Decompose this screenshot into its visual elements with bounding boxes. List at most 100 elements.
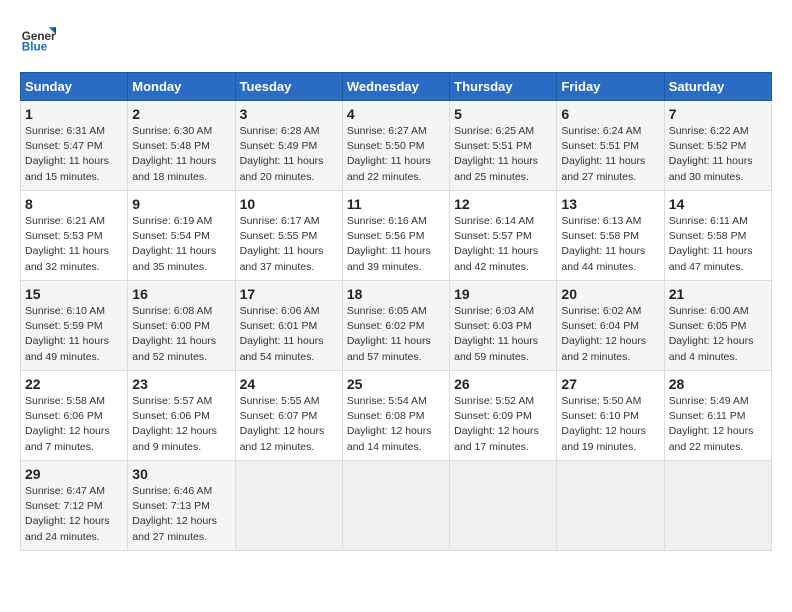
day-info: Sunrise: 6:05 AM Sunset: 6:02 PM Dayligh…: [347, 304, 445, 365]
day-number: 30: [132, 466, 230, 482]
day-number: 15: [25, 286, 123, 302]
day-info: Sunrise: 5:55 AM Sunset: 6:07 PM Dayligh…: [240, 394, 338, 455]
weekday-header-thursday: Thursday: [450, 73, 557, 101]
weekday-header-wednesday: Wednesday: [342, 73, 449, 101]
calendar-cell: 5 Sunrise: 6:25 AM Sunset: 5:51 PM Daylig…: [450, 101, 557, 191]
calendar-cell: 15 Sunrise: 6:10 AM Sunset: 5:59 PM Dayli…: [21, 281, 128, 371]
svg-text:Blue: Blue: [22, 41, 48, 54]
calendar-cell: [557, 461, 664, 551]
day-info: Sunrise: 5:49 AM Sunset: 6:11 PM Dayligh…: [669, 394, 767, 455]
day-info: Sunrise: 6:30 AM Sunset: 5:48 PM Dayligh…: [132, 124, 230, 185]
day-number: 19: [454, 286, 552, 302]
day-info: Sunrise: 6:22 AM Sunset: 5:52 PM Dayligh…: [669, 124, 767, 185]
day-number: 21: [669, 286, 767, 302]
day-info: Sunrise: 6:24 AM Sunset: 5:51 PM Dayligh…: [561, 124, 659, 185]
day-info: Sunrise: 6:19 AM Sunset: 5:54 PM Dayligh…: [132, 214, 230, 275]
calendar-cell: 14 Sunrise: 6:11 AM Sunset: 5:58 PM Dayli…: [664, 191, 771, 281]
day-number: 28: [669, 376, 767, 392]
calendar-cell: 12 Sunrise: 6:14 AM Sunset: 5:57 PM Dayli…: [450, 191, 557, 281]
day-number: 12: [454, 196, 552, 212]
day-number: 10: [240, 196, 338, 212]
calendar-cell: 25 Sunrise: 5:54 AM Sunset: 6:08 PM Dayli…: [342, 371, 449, 461]
week-row-1: 1 Sunrise: 6:31 AM Sunset: 5:47 PM Daylig…: [21, 101, 772, 191]
day-info: Sunrise: 6:00 AM Sunset: 6:05 PM Dayligh…: [669, 304, 767, 365]
day-info: Sunrise: 6:03 AM Sunset: 6:03 PM Dayligh…: [454, 304, 552, 365]
day-info: Sunrise: 6:27 AM Sunset: 5:50 PM Dayligh…: [347, 124, 445, 185]
day-number: 9: [132, 196, 230, 212]
day-info: Sunrise: 6:02 AM Sunset: 6:04 PM Dayligh…: [561, 304, 659, 365]
calendar-cell: 16Sunrise: 6:08 AM Sunset: 6:00 PM Dayli…: [128, 281, 235, 371]
day-info: Sunrise: 6:11 AM Sunset: 5:58 PM Dayligh…: [669, 214, 767, 275]
day-number: 29: [25, 466, 123, 482]
day-number: 17: [240, 286, 338, 302]
calendar-table: SundayMondayTuesdayWednesdayThursdayFrid…: [20, 72, 772, 551]
calendar-cell: 11Sunrise: 6:16 AM Sunset: 5:56 PM Dayli…: [342, 191, 449, 281]
weekday-header-row: SundayMondayTuesdayWednesdayThursdayFrid…: [21, 73, 772, 101]
day-number: 24: [240, 376, 338, 392]
week-row-4: 22 Sunrise: 5:58 AM Sunset: 6:06 PM Dayli…: [21, 371, 772, 461]
logo: General Blue: [20, 20, 60, 56]
calendar-cell: 19 Sunrise: 6:03 AM Sunset: 6:03 PM Dayli…: [450, 281, 557, 371]
calendar-cell: 28 Sunrise: 5:49 AM Sunset: 6:11 PM Dayli…: [664, 371, 771, 461]
day-info: Sunrise: 5:52 AM Sunset: 6:09 PM Dayligh…: [454, 394, 552, 455]
weekday-header-sunday: Sunday: [21, 73, 128, 101]
day-number: 20: [561, 286, 659, 302]
day-info: Sunrise: 5:58 AM Sunset: 6:06 PM Dayligh…: [25, 394, 123, 455]
calendar-cell: 26 Sunrise: 5:52 AM Sunset: 6:09 PM Dayli…: [450, 371, 557, 461]
day-info: Sunrise: 5:57 AM Sunset: 6:06 PM Dayligh…: [132, 394, 230, 455]
day-number: 27: [561, 376, 659, 392]
day-number: 7: [669, 106, 767, 122]
calendar-cell: 1 Sunrise: 6:31 AM Sunset: 5:47 PM Daylig…: [21, 101, 128, 191]
day-info: Sunrise: 6:16 AM Sunset: 5:56 PM Dayligh…: [347, 214, 445, 275]
day-info: Sunrise: 6:25 AM Sunset: 5:51 PM Dayligh…: [454, 124, 552, 185]
calendar-cell: 13Sunrise: 6:13 AM Sunset: 5:58 PM Dayli…: [557, 191, 664, 281]
weekday-header-tuesday: Tuesday: [235, 73, 342, 101]
day-number: 26: [454, 376, 552, 392]
weekday-header-saturday: Saturday: [664, 73, 771, 101]
day-info: Sunrise: 6:31 AM Sunset: 5:47 PM Dayligh…: [25, 124, 123, 185]
day-number: 14: [669, 196, 767, 212]
day-info: Sunrise: 6:17 AM Sunset: 5:55 PM Dayligh…: [240, 214, 338, 275]
calendar-cell: 20 Sunrise: 6:02 AM Sunset: 6:04 PM Dayli…: [557, 281, 664, 371]
day-number: 22: [25, 376, 123, 392]
day-number: 16: [132, 286, 230, 302]
day-info: Sunrise: 6:21 AM Sunset: 5:53 PM Dayligh…: [25, 214, 123, 275]
calendar-cell: 18Sunrise: 6:05 AM Sunset: 6:02 PM Dayli…: [342, 281, 449, 371]
calendar-cell: [664, 461, 771, 551]
day-number: 2: [132, 106, 230, 122]
calendar-cell: 6 Sunrise: 6:24 AM Sunset: 5:51 PM Daylig…: [557, 101, 664, 191]
day-info: Sunrise: 6:13 AM Sunset: 5:58 PM Dayligh…: [561, 214, 659, 275]
weekday-header-friday: Friday: [557, 73, 664, 101]
calendar-cell: [235, 461, 342, 551]
day-info: Sunrise: 6:46 AM Sunset: 7:13 PM Dayligh…: [132, 484, 230, 545]
calendar-cell: 10 Sunrise: 6:17 AM Sunset: 5:55 PM Dayli…: [235, 191, 342, 281]
day-info: Sunrise: 6:28 AM Sunset: 5:49 PM Dayligh…: [240, 124, 338, 185]
calendar-cell: 4Sunrise: 6:27 AM Sunset: 5:50 PM Daylig…: [342, 101, 449, 191]
day-number: 25: [347, 376, 445, 392]
calendar-cell: 3 Sunrise: 6:28 AM Sunset: 5:49 PM Daylig…: [235, 101, 342, 191]
day-info: Sunrise: 6:10 AM Sunset: 5:59 PM Dayligh…: [25, 304, 123, 365]
calendar-cell: 27 Sunrise: 5:50 AM Sunset: 6:10 PM Dayli…: [557, 371, 664, 461]
page-header: General Blue: [20, 20, 772, 56]
calendar-cell: 23 Sunrise: 5:57 AM Sunset: 6:06 PM Dayli…: [128, 371, 235, 461]
calendar-cell: [342, 461, 449, 551]
calendar-cell: 21 Sunrise: 6:00 AM Sunset: 6:05 PM Dayli…: [664, 281, 771, 371]
day-info: Sunrise: 5:54 AM Sunset: 6:08 PM Dayligh…: [347, 394, 445, 455]
weekday-header-monday: Monday: [128, 73, 235, 101]
calendar-cell: 8Sunrise: 6:21 AM Sunset: 5:53 PM Daylig…: [21, 191, 128, 281]
day-info: Sunrise: 6:14 AM Sunset: 5:57 PM Dayligh…: [454, 214, 552, 275]
day-number: 3: [240, 106, 338, 122]
week-row-5: 29 Sunrise: 6:47 AM Sunset: 7:12 PM Dayli…: [21, 461, 772, 551]
day-info: Sunrise: 6:47 AM Sunset: 7:12 PM Dayligh…: [25, 484, 123, 545]
day-info: Sunrise: 5:50 AM Sunset: 6:10 PM Dayligh…: [561, 394, 659, 455]
calendar-cell: 22 Sunrise: 5:58 AM Sunset: 6:06 PM Dayli…: [21, 371, 128, 461]
day-number: 1: [25, 106, 123, 122]
calendar-cell: 17 Sunrise: 6:06 AM Sunset: 6:01 PM Dayli…: [235, 281, 342, 371]
calendar-cell: 9 Sunrise: 6:19 AM Sunset: 5:54 PM Daylig…: [128, 191, 235, 281]
day-number: 5: [454, 106, 552, 122]
week-row-2: 8Sunrise: 6:21 AM Sunset: 5:53 PM Daylig…: [21, 191, 772, 281]
day-number: 23: [132, 376, 230, 392]
day-number: 6: [561, 106, 659, 122]
calendar-cell: 7 Sunrise: 6:22 AM Sunset: 5:52 PM Daylig…: [664, 101, 771, 191]
day-info: Sunrise: 6:06 AM Sunset: 6:01 PM Dayligh…: [240, 304, 338, 365]
